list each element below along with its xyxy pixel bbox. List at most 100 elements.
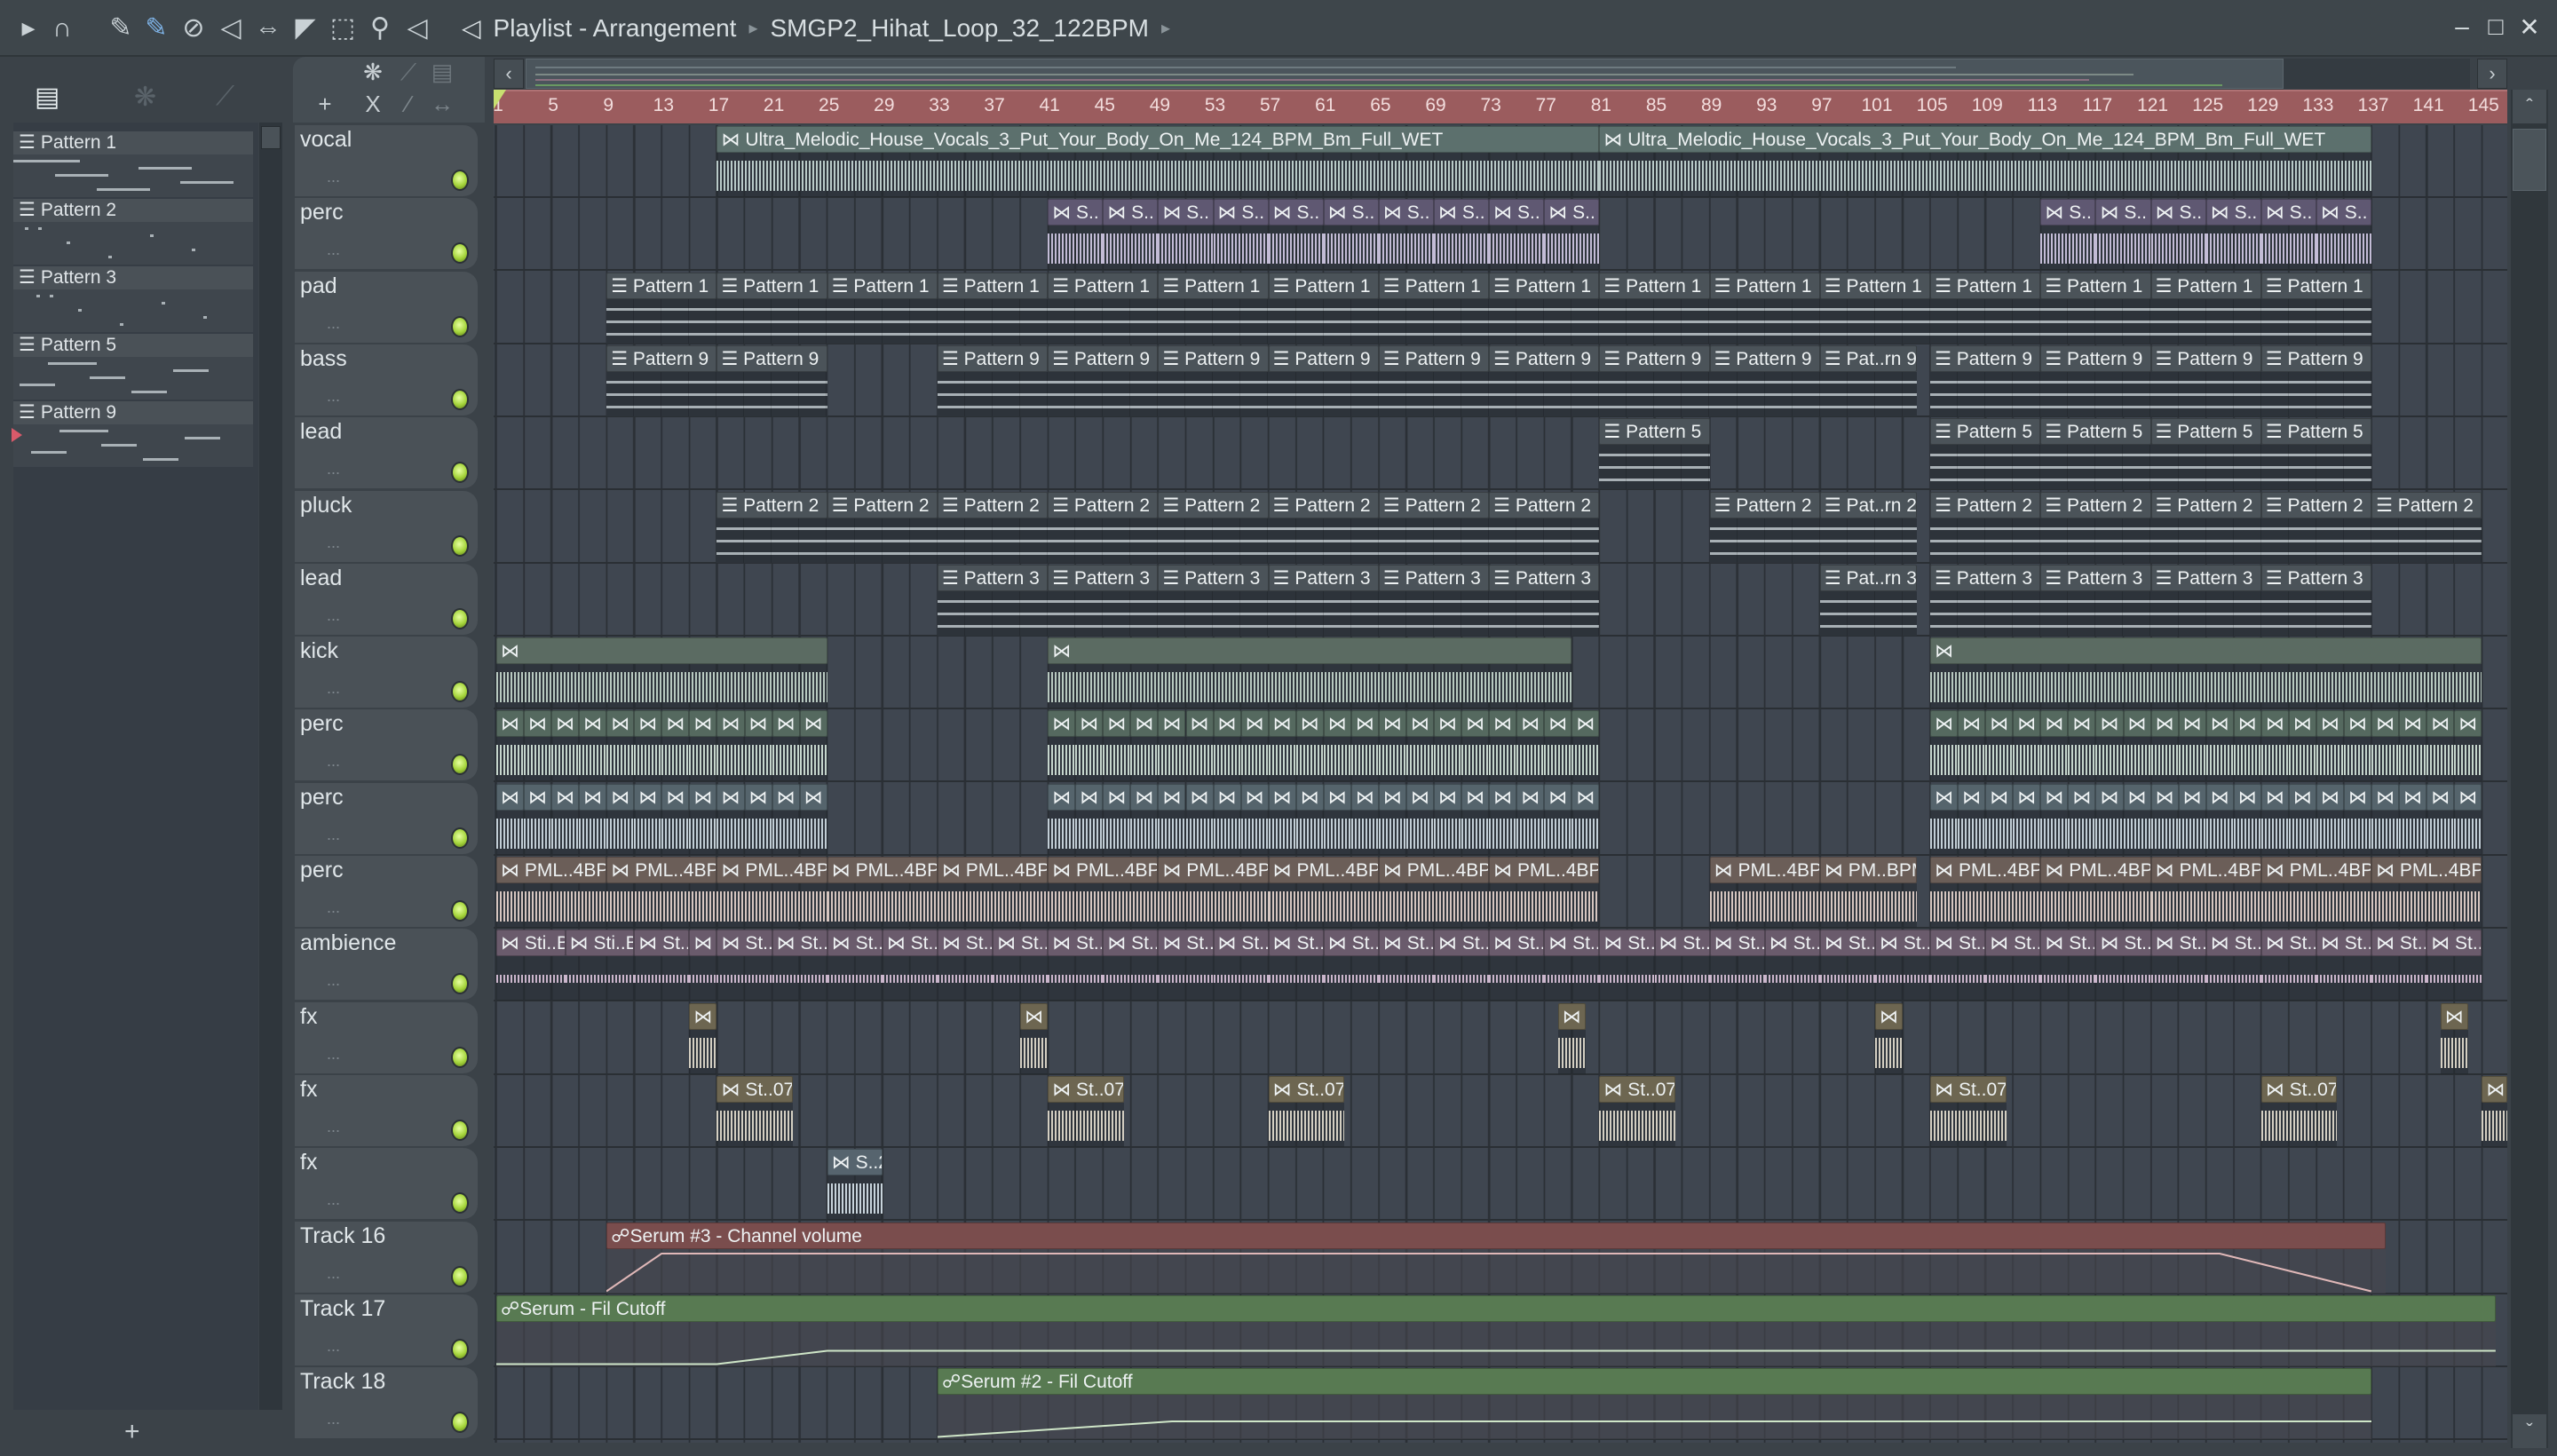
- audio-clip[interactable]: ⋈: [634, 710, 662, 782]
- track-name[interactable]: pad: [300, 273, 337, 299]
- audio-clip[interactable]: ⋈: [689, 1002, 717, 1074]
- automation-line[interactable]: [606, 1254, 2371, 1292]
- pattern-clip[interactable]: ☰ Pattern 2: [1158, 491, 1269, 563]
- audio-clip[interactable]: ⋈: [2260, 783, 2289, 855]
- pattern-clip[interactable]: ☰ Pattern 9: [1930, 344, 2041, 416]
- clip-header[interactable]: ⋈: [1958, 783, 1986, 811]
- slash-icon[interactable]: ∕: [392, 91, 424, 118]
- clip-header[interactable]: ☰ Pat..rn 9: [1819, 344, 1917, 372]
- clip-header[interactable]: ☰ Pattern 3: [1930, 564, 2041, 591]
- audio-clip[interactable]: ⋈ S..: [2205, 199, 2261, 271]
- clip-header[interactable]: ⋈: [1930, 710, 1959, 738]
- track-options-icon[interactable]: ...: [327, 1410, 340, 1428]
- track-row[interactable]: ⋈ St..07 ⋈ St..07 ⋈ St..07 ⋈ St..07 ⋈ St..07…: [494, 1075, 2507, 1148]
- audio-clip[interactable]: ⋈: [524, 783, 552, 855]
- audio-clip[interactable]: ⋈: [1213, 710, 1241, 782]
- audio-clip[interactable]: ⋈: [1268, 783, 1296, 855]
- clip-header[interactable]: ⋈: [1213, 783, 1241, 811]
- clip-header[interactable]: ☰ Pattern 1: [1599, 272, 1710, 299]
- audio-clip[interactable]: ⋈ St..: [1764, 930, 1820, 1001]
- track-header[interactable]: Track 18...: [295, 1367, 478, 1439]
- clip-header[interactable]: ⋈: [551, 783, 580, 811]
- track-row[interactable]: ☰ Pattern 3 ☰ Pattern 3 ☰ Pattern 3 ☰ Patte…: [494, 564, 2507, 637]
- clip-header[interactable]: ☰ Pattern 1: [606, 272, 717, 299]
- audio-clip[interactable]: ⋈: [579, 710, 607, 782]
- clip-header[interactable]: ⋈: [1571, 710, 1600, 738]
- track-options-icon[interactable]: ...: [327, 971, 340, 990]
- clip-header[interactable]: ⋈: [2095, 783, 2124, 811]
- vertical-scroll-thumb[interactable]: [2513, 129, 2546, 191]
- clip-header[interactable]: ⋈: [1213, 710, 1241, 738]
- audio-clip[interactable]: ⋈ S..: [2150, 199, 2206, 271]
- track-name[interactable]: fx: [300, 1150, 317, 1175]
- pattern-clip[interactable]: ☰ Pattern 2: [1930, 491, 2041, 563]
- audio-clip[interactable]: ⋈ PML..4BPM: [827, 857, 938, 928]
- close-button[interactable]: ✕: [2514, 12, 2545, 42]
- track-header[interactable]: fx...: [295, 1148, 478, 1220]
- audio-clip[interactable]: ⋈ St..: [993, 930, 1049, 1001]
- audio-clip[interactable]: ⋈: [1268, 710, 1296, 782]
- clip-header[interactable]: ⋈ PML..4BPM: [1378, 857, 1490, 883]
- audio-clip[interactable]: ⋈ St..: [1930, 930, 1986, 1001]
- audio-clip[interactable]: ⋈: [2040, 783, 2069, 855]
- clip-header[interactable]: ☰ Pat..rn 3: [1819, 564, 1917, 591]
- audio-clip[interactable]: ⋈: [1516, 783, 1545, 855]
- track-header[interactable]: perc...: [295, 198, 478, 270]
- audio-clip[interactable]: ⋈: [1103, 783, 1131, 855]
- clip-header[interactable]: ☰ Pattern 5: [1930, 418, 2041, 446]
- audio-clip[interactable]: ⋈: [2440, 1002, 2468, 1074]
- clip-header[interactable]: ⋈: [579, 710, 607, 738]
- clip-header[interactable]: ⋈: [2150, 710, 2179, 738]
- clip-header[interactable]: ⋈: [1130, 783, 1159, 811]
- clip-header[interactable]: ⋈ St..: [2371, 930, 2427, 957]
- clip-header[interactable]: ⋈ St..07: [1048, 1075, 1124, 1103]
- audio-clip[interactable]: ⋈ St..: [2371, 930, 2427, 1001]
- clip-header[interactable]: ☰ Pattern 3: [1268, 564, 1379, 591]
- track-name[interactable]: fx: [300, 1077, 317, 1103]
- track-options-icon[interactable]: ...: [327, 1045, 340, 1064]
- playlist-grid[interactable]: ⋈ Ultra_Melodic_House_Vocals_3_Put_Your_…: [494, 125, 2507, 1443]
- pattern-clip[interactable]: ☰ Pattern 3: [937, 564, 1049, 636]
- clip-header[interactable]: ☰ Pattern 9: [2150, 344, 2261, 372]
- delete-icon[interactable]: ⊘: [178, 11, 210, 46]
- track-enable-led[interactable]: [451, 1412, 469, 1434]
- clip-header[interactable]: ☰ Pattern 1: [1819, 272, 1931, 299]
- audio-clip[interactable]: ⋈ S..: [1048, 199, 1104, 271]
- pattern-clip[interactable]: ☰ Pat..rn 3: [1819, 564, 1917, 636]
- audio-clip[interactable]: ⋈ S..: [2040, 199, 2096, 271]
- automation-clip[interactable]: ☍Serum #2 - Fil Cutoff: [937, 1368, 2372, 1440]
- clip-header[interactable]: ⋈ S..: [1323, 199, 1379, 226]
- clip-header[interactable]: ⋈: [1378, 710, 1406, 738]
- track-name[interactable]: pluck: [300, 493, 352, 518]
- track-enable-led[interactable]: [451, 388, 469, 410]
- clip-header[interactable]: ⋈: [2288, 710, 2316, 738]
- track-row[interactable]: ⋈ Ultra_Melodic_House_Vocals_3_Put_Your_…: [494, 125, 2507, 198]
- clip-header[interactable]: ⋈ S..: [1268, 199, 1324, 226]
- track-header[interactable]: Track 17...: [295, 1294, 478, 1365]
- audio-clip[interactable]: ⋈: [799, 783, 827, 855]
- audio-clip[interactable]: ⋈ S..: [1544, 199, 1600, 271]
- pattern-clip[interactable]: ☰ Pattern 3: [1930, 564, 2041, 636]
- pattern-clip[interactable]: ☰ Pattern 2: [2371, 491, 2482, 563]
- pattern-clip[interactable]: ☰ Pat..rn 9: [1819, 344, 1917, 416]
- track-enable-led[interactable]: [451, 1265, 469, 1287]
- audio-clip[interactable]: ⋈ St..: [2040, 930, 2096, 1001]
- audio-clip[interactable]: ⋈ St..07: [716, 1075, 793, 1147]
- pattern-clip[interactable]: ☰ Pattern 9: [606, 344, 717, 416]
- pattern-clip[interactable]: ☰ Pattern 1: [1048, 272, 1159, 344]
- piano-icon[interactable]: ▤: [35, 82, 59, 113]
- clip-header[interactable]: ⋈: [1930, 637, 2482, 665]
- clip-header[interactable]: ⋈: [2178, 710, 2206, 738]
- pattern-clip[interactable]: ☰ Pattern 3: [1489, 564, 1600, 636]
- audio-clip[interactable]: ⋈: [2178, 783, 2206, 855]
- clip-header[interactable]: ☍Serum #2 - Fil Cutoff: [937, 1368, 2372, 1396]
- audio-clip[interactable]: ⋈: [579, 783, 607, 855]
- clip-header[interactable]: ☰ Pat..rn 2: [1819, 491, 1917, 518]
- clip-header[interactable]: ⋈: [1295, 710, 1324, 738]
- clip-header[interactable]: ⋈: [1958, 710, 1986, 738]
- audio-clip[interactable]: ⋈: [744, 783, 772, 855]
- clip-header[interactable]: ⋈ PML..4BPM: [2260, 857, 2372, 883]
- clip-header[interactable]: ⋈: [1405, 783, 1435, 811]
- clip-header[interactable]: ⋈ S..2: [827, 1149, 883, 1176]
- track-enable-led[interactable]: [451, 170, 469, 191]
